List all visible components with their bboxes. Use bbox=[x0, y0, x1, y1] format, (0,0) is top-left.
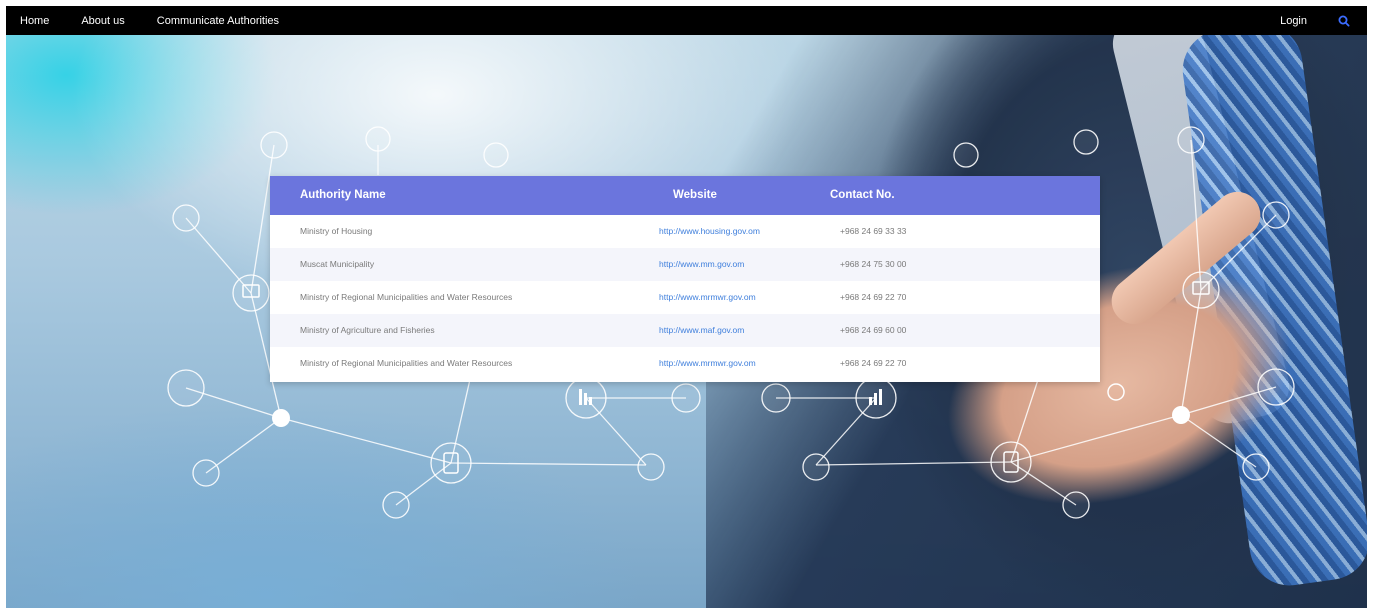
login-link[interactable]: Login bbox=[1280, 15, 1307, 27]
website-link[interactable]: http://www.mrmwr.gov.om bbox=[659, 281, 756, 314]
contact-number-cell: +968 24 69 60 00 bbox=[840, 325, 907, 335]
nav-right-group: Login bbox=[1280, 6, 1351, 35]
header-contact-no: Contact No. bbox=[830, 189, 895, 201]
nav-link-communicate-authorities[interactable]: Communicate Authorities bbox=[157, 15, 279, 27]
contact-number-cell: +968 24 69 22 70 bbox=[840, 358, 907, 368]
top-navbar: Home About us Communicate Authorities Lo… bbox=[6, 6, 1367, 35]
nav-left-group: Home About us Communicate Authorities bbox=[20, 6, 279, 35]
table-row: Ministry of Agriculture and Fisheries ht… bbox=[270, 314, 1100, 347]
authority-name-cell: Ministry of Housing bbox=[300, 226, 373, 236]
website-link[interactable]: http://www.mrmwr.gov.om bbox=[659, 347, 756, 380]
authority-name-cell: Ministry of Regional Municipalities and … bbox=[300, 358, 513, 368]
search-icon[interactable] bbox=[1337, 14, 1351, 28]
header-authority-name: Authority Name bbox=[300, 189, 386, 201]
authority-name-cell: Muscat Municipality bbox=[300, 259, 375, 269]
table-row: Muscat Municipality http://www.mm.gov.om… bbox=[270, 248, 1100, 281]
table-header-row: Authority Name Website Contact No. bbox=[270, 176, 1100, 215]
header-website: Website bbox=[673, 189, 717, 201]
table-row: Ministry of Regional Municipalities and … bbox=[270, 281, 1100, 314]
nav-link-home[interactable]: Home bbox=[20, 15, 49, 27]
website-link[interactable]: http://www.mm.gov.om bbox=[659, 248, 744, 281]
table-row: Ministry of Housing http://www.housing.g… bbox=[270, 215, 1100, 248]
authority-name-cell: Ministry of Regional Municipalities and … bbox=[300, 292, 513, 302]
authorities-table: Authority Name Website Contact No. Minis… bbox=[270, 176, 1100, 382]
table-row: Ministry of Regional Municipalities and … bbox=[270, 347, 1100, 380]
website-link[interactable]: http://www.housing.gov.om bbox=[659, 215, 760, 248]
website-link[interactable]: http://www.maf.gov.om bbox=[659, 314, 744, 347]
contact-number-cell: +968 24 75 30 00 bbox=[840, 259, 907, 269]
contact-number-cell: +968 24 69 22 70 bbox=[840, 292, 907, 302]
contact-number-cell: +968 24 69 33 33 bbox=[840, 226, 907, 236]
nav-link-about-us[interactable]: About us bbox=[81, 15, 124, 27]
authority-name-cell: Ministry of Agriculture and Fisheries bbox=[300, 325, 435, 335]
